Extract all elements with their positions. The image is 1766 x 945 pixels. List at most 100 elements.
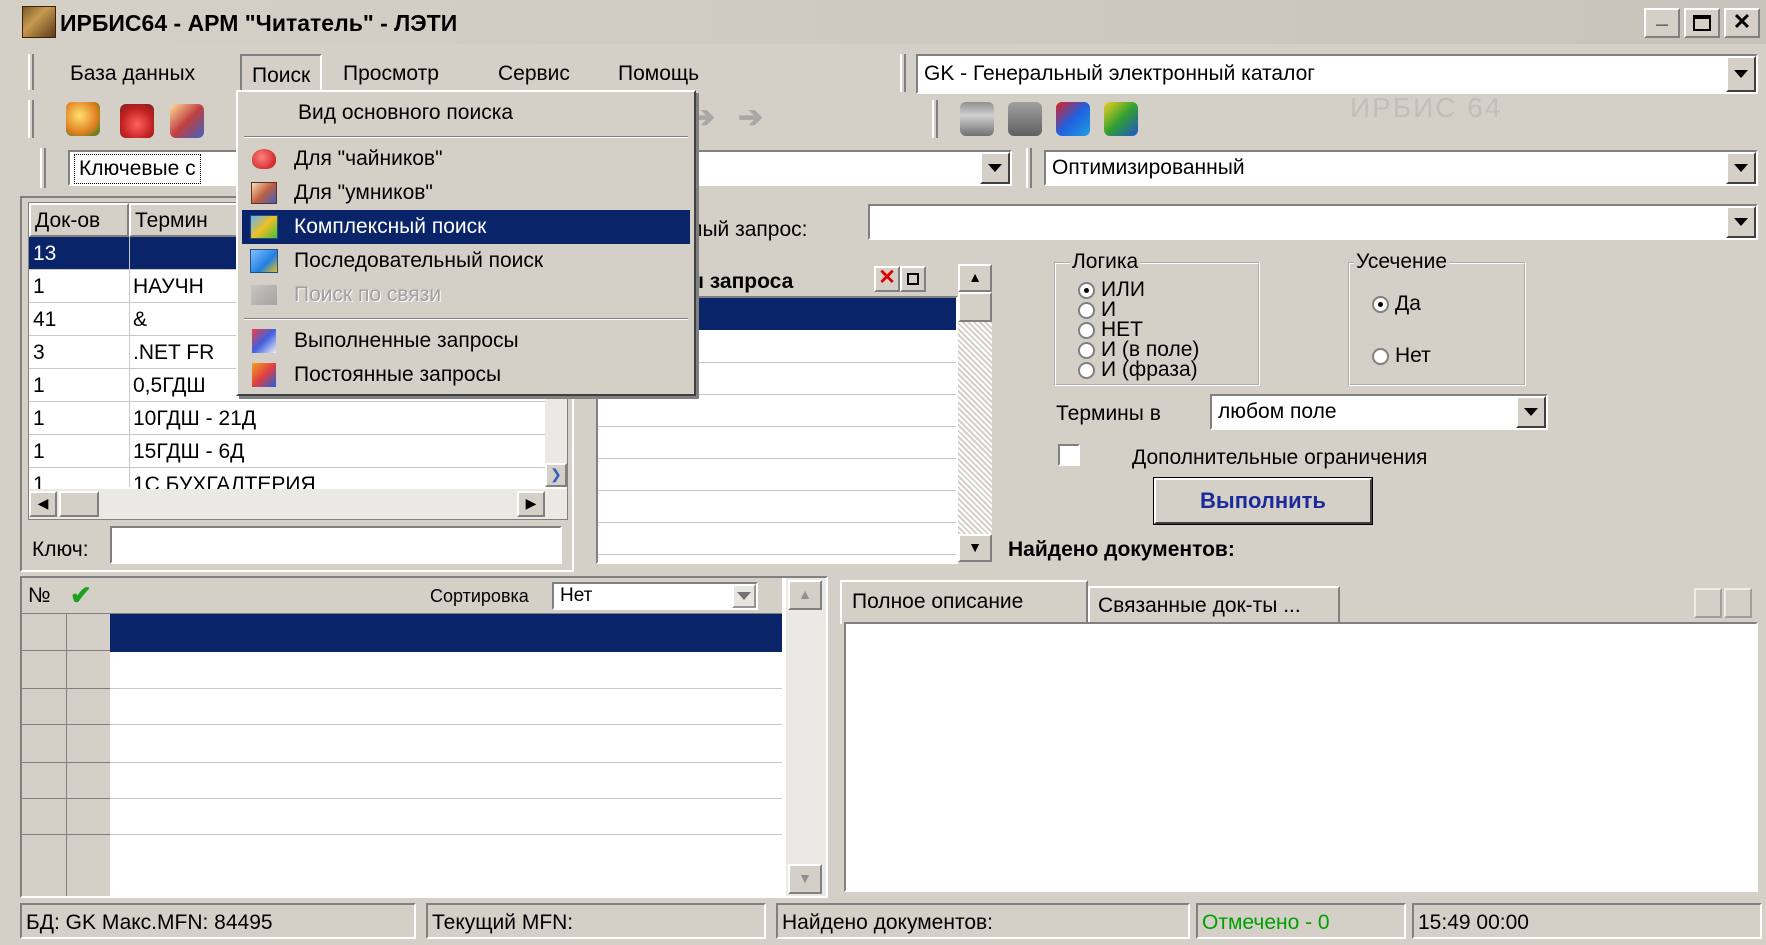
sort-label: Сортировка <box>430 586 529 606</box>
logic-option-and-phrase[interactable]: И (фраза) <box>1078 359 1198 380</box>
description-view[interactable] <box>844 622 1758 892</box>
truncation-option-yes[interactable]: Да <box>1372 292 1421 316</box>
results-vscroll[interactable]: ▲ ▼ <box>786 578 826 896</box>
hscroll-thumb[interactable] <box>59 491 99 517</box>
menu-item-experts[interactable]: Для "умников" <box>242 176 690 210</box>
chevron-down-icon[interactable] <box>1726 206 1756 238</box>
truncation-title: Усечение <box>1354 250 1450 274</box>
tab-linked-docs[interactable]: Связанные док-ты ... <box>1088 586 1340 624</box>
app-icon <box>22 6 56 38</box>
execute-button-label: Выполнить <box>1200 488 1326 513</box>
scroll-left-button[interactable]: ◀ <box>29 491 57 517</box>
gutter-row-line <box>22 688 110 689</box>
gutter-row-line <box>22 724 110 725</box>
chevron-down-icon[interactable] <box>1516 396 1546 428</box>
scroll-down-button[interactable]: ▼ <box>958 534 992 562</box>
sort-select[interactable]: Нет <box>552 582 758 610</box>
logic-option-and-field[interactable]: И (в поле) <box>1078 339 1199 360</box>
cell-docs: 1 <box>33 407 45 430</box>
logic-option-and[interactable]: И <box>1078 299 1116 320</box>
status-db: БД: GK Макс.MFN: 84495 <box>20 903 416 939</box>
radio-icon <box>1078 281 1095 299</box>
teapot-icon-shape <box>252 149 276 169</box>
clear-terms-button[interactable] <box>900 266 926 292</box>
query-history-icon-shape <box>252 329 276 353</box>
table-row[interactable]: 1 15ГДШ - 6Д <box>29 435 545 468</box>
chevron-down-icon[interactable] <box>732 584 756 608</box>
print-list-icon[interactable] <box>1008 102 1042 136</box>
gutter-row-line <box>22 650 110 651</box>
export-icon[interactable] <box>1056 102 1090 136</box>
chevron-down-icon[interactable] <box>980 152 1010 184</box>
delete-term-button[interactable]: ✕ <box>874 266 900 292</box>
menu-item-beginners[interactable]: Для "чайников" <box>242 142 690 176</box>
sequential-search-icon <box>242 244 286 278</box>
menu-item-saved-queries[interactable]: Постоянные запросы <box>242 358 690 392</box>
key-input[interactable] <box>110 526 562 564</box>
execute-button[interactable]: Выполнить <box>1153 477 1373 525</box>
chevron-down-icon[interactable] <box>1726 152 1756 184</box>
cart-icon[interactable] <box>1694 588 1722 618</box>
order-icon[interactable] <box>1724 588 1752 618</box>
print-icon[interactable] <box>960 102 994 136</box>
menu-item-main-search-view[interactable]: Вид основного поиска <box>242 96 690 130</box>
terms-hscroll[interactable]: ◀ ▶ <box>29 489 567 519</box>
col-docs-header[interactable]: Док-ов <box>29 203 129 237</box>
scroll-up-button[interactable]: ▲ <box>788 580 822 610</box>
users-icon[interactable] <box>66 102 100 136</box>
close-button[interactable]: ✕ <box>1724 8 1760 38</box>
menu-item-sequential-search[interactable]: Последовательный поиск <box>242 244 690 278</box>
menu-search[interactable]: Поиск <box>240 54 323 94</box>
vscroll-thumb[interactable] <box>958 292 992 322</box>
database-select[interactable]: GK - Генеральный электронный каталог <box>916 54 1758 94</box>
gutter-row-line <box>22 798 110 799</box>
radio-icon <box>1078 321 1095 339</box>
tab-full-description[interactable]: Полное описание <box>840 580 1088 624</box>
settings-icon[interactable] <box>1104 102 1138 136</box>
menu-item-link-search: Поиск по связи <box>242 278 690 312</box>
menu-database[interactable]: База данных <box>70 62 195 86</box>
scroll-down-button[interactable]: ❯ <box>545 463 567 487</box>
sequential-search-icon-shape <box>250 249 278 273</box>
query-terms-vscroll[interactable]: ▲ ▼ <box>958 264 992 562</box>
logic-option-or[interactable]: ИЛИ <box>1078 279 1145 300</box>
logic-option-not[interactable]: НЕТ <box>1078 319 1143 340</box>
terms-in-select[interactable]: любом поле <box>1210 394 1548 430</box>
menubar-grip <box>28 54 34 90</box>
menu-item-executed-queries[interactable]: Выполненные запросы <box>242 324 690 358</box>
query-input[interactable] <box>868 204 1758 240</box>
menu-service[interactable]: Сервис <box>498 62 570 86</box>
teapot-icon[interactable] <box>120 104 154 138</box>
link-search-icon <box>242 278 286 312</box>
table-row[interactable]: 1 10ГДШ - 21Д <box>29 402 545 435</box>
scroll-right-button[interactable]: ▶ <box>517 491 545 517</box>
chevron-down-icon[interactable] <box>1726 56 1756 92</box>
minimize-button[interactable]: _ <box>1644 6 1680 38</box>
toolbar-grip <box>28 100 34 138</box>
menu-view[interactable]: Просмотр <box>343 62 439 86</box>
query-label: мый запрос: <box>688 218 808 241</box>
maximize-icon <box>1693 15 1711 31</box>
menu-item-complex-search[interactable]: Комплексный поиск <box>242 210 690 244</box>
menu-help[interactable]: Помощь <box>618 62 699 86</box>
list-divider <box>598 490 956 491</box>
status-current-text: Текущий MFN: <box>432 911 574 934</box>
description-panel: Полное описание Связанные док-ты ... <box>836 576 1760 898</box>
check-icon[interactable]: ✔ <box>70 580 92 611</box>
extra-constraints-checkbox[interactable] <box>1058 444 1080 466</box>
scroll-up-button[interactable]: ▲ <box>958 264 992 292</box>
complex-search-icon <box>242 210 286 244</box>
list-divider <box>598 426 956 427</box>
col-number-header[interactable]: № <box>28 584 51 608</box>
truncation-option-no[interactable]: Нет <box>1372 344 1431 368</box>
book-icon[interactable] <box>170 104 204 138</box>
search-method-select[interactable]: Оптимизированный <box>1044 150 1758 186</box>
nav-last-icon[interactable]: ➔ <box>738 100 763 135</box>
scroll-down-button[interactable]: ▼ <box>788 864 822 894</box>
search-method-value: Оптимизированный <box>1052 156 1245 179</box>
status-marked: Отмечено - 0 <box>1196 903 1406 939</box>
results-row-gutter <box>22 614 110 896</box>
maximize-button[interactable] <box>1684 8 1720 38</box>
menu-item-label: Для "умников" <box>294 181 433 204</box>
menu-bar: База данных Поиск Просмотр Сервис Помощь <box>20 54 1020 94</box>
